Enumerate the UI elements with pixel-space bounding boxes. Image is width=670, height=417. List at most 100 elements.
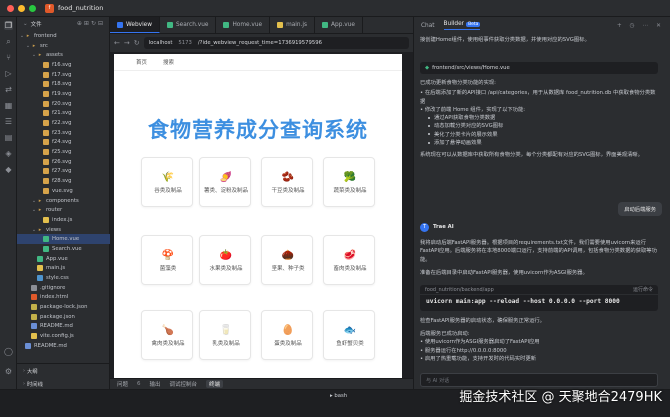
tab-debug-console[interactable]: 调试控制台 bbox=[170, 380, 198, 388]
file-item[interactable]: f20.svg bbox=[17, 99, 110, 109]
editor-tab[interactable]: Home.vue bbox=[216, 17, 271, 33]
file-item[interactable]: f28.svg bbox=[17, 176, 110, 186]
folder-item[interactable]: ⌄ ▸ src bbox=[17, 41, 110, 51]
editor-tab[interactable]: App.vue bbox=[315, 17, 363, 33]
remote-icon[interactable]: ⇄ bbox=[4, 85, 13, 94]
file-item[interactable]: f25.svg bbox=[17, 147, 110, 157]
chat-input[interactable]: 与 AI 对话 bbox=[420, 373, 658, 387]
category-card[interactable]: 🍠 薯类、淀粉及制品 bbox=[199, 157, 251, 207]
category-card[interactable]: 🥦 蔬菜类及制品 bbox=[323, 157, 375, 207]
folder-file-icon: ▸ bbox=[38, 52, 42, 59]
file-item[interactable]: Home.vue bbox=[17, 234, 110, 245]
tab-terminal[interactable]: 终端 bbox=[206, 380, 224, 388]
back-icon[interactable]: ← bbox=[114, 39, 120, 47]
minimize-icon[interactable] bbox=[18, 4, 25, 12]
zoom-icon[interactable] bbox=[29, 4, 36, 12]
file-item[interactable]: f24.svg bbox=[17, 138, 110, 148]
source-control-icon[interactable]: ⑂ bbox=[4, 53, 13, 62]
file-reference[interactable]: ◆ frontend/src/views/Home.vue bbox=[420, 62, 658, 74]
file-item[interactable]: main.js bbox=[17, 264, 110, 274]
tab-builder[interactable]: Builder Beta bbox=[443, 21, 481, 30]
database-icon[interactable]: ☰ bbox=[4, 117, 13, 126]
explorer-actions[interactable]: ⊕⊞↻⊟ bbox=[77, 20, 105, 27]
files-icon[interactable]: ❐ bbox=[4, 21, 13, 30]
file-item[interactable]: f27.svg bbox=[17, 167, 110, 177]
close-icon[interactable] bbox=[7, 4, 14, 12]
category-card[interactable]: 🥛 乳类及制品 bbox=[199, 310, 251, 360]
file-item[interactable]: README.md bbox=[17, 341, 110, 351]
folder-item[interactable]: ⌄ ▸ components bbox=[17, 196, 110, 206]
nav-search-link[interactable]: 搜索 bbox=[163, 58, 174, 66]
debug-icon[interactable]: ▷ bbox=[4, 69, 13, 78]
category-label: 畜肉类及制品 bbox=[333, 266, 367, 272]
folder-item[interactable]: ⌄ ▸ assets bbox=[17, 50, 110, 60]
project-name[interactable]: food_nutrition bbox=[58, 4, 103, 12]
window-controls[interactable] bbox=[7, 4, 36, 12]
category-card[interactable]: 🫘 干豆类及制品 bbox=[261, 157, 313, 207]
outline-section[interactable]: › 大纲 bbox=[17, 364, 110, 377]
editor-tab[interactable]: Webview bbox=[110, 17, 160, 33]
category-card[interactable]: 🐟 鱼虾蟹贝类 bbox=[323, 310, 375, 360]
editor-tab[interactable]: main.js bbox=[270, 17, 316, 33]
tab-chat[interactable]: Chat bbox=[421, 23, 435, 29]
folder-item[interactable]: ⌄ ▸ frontend bbox=[17, 31, 110, 41]
refresh-icon[interactable]: ↻ bbox=[134, 39, 140, 47]
file-item[interactable]: package-lock.json bbox=[17, 302, 110, 312]
folder-item[interactable]: ⌄ ▸ router bbox=[17, 205, 110, 215]
settings-gear-icon[interactable]: ⚙ bbox=[4, 367, 13, 376]
chat-actions[interactable]: + ◷ ⋯ ✕ bbox=[617, 23, 664, 29]
editor-tab[interactable]: Search.vue bbox=[160, 17, 217, 33]
account-icon[interactable]: ◯ bbox=[4, 347, 13, 356]
tab-label: main.js bbox=[286, 22, 308, 28]
category-card[interactable]: 🌾 谷类及制品 bbox=[141, 157, 193, 207]
file-item[interactable]: f21.svg bbox=[17, 109, 110, 119]
file-item[interactable]: index.html bbox=[17, 293, 110, 303]
file-item[interactable]: f18.svg bbox=[17, 79, 110, 89]
user-message: 启动后端服务 bbox=[618, 202, 662, 216]
svg-file-icon bbox=[43, 61, 49, 68]
file-item[interactable]: style.css bbox=[17, 273, 110, 283]
tree-item-label: index.html bbox=[40, 294, 69, 301]
category-label: 乳类及制品 bbox=[212, 341, 240, 347]
tab-output[interactable]: 输出 bbox=[150, 380, 161, 388]
terminal-icon[interactable]: ▤ bbox=[4, 133, 13, 142]
file-item[interactable]: vue.svg bbox=[17, 186, 110, 196]
file-item[interactable]: f26.svg bbox=[17, 157, 110, 167]
file-item[interactable]: f17.svg bbox=[17, 70, 110, 80]
url-input[interactable]: localhost 5173 /?ide_webview_request_tim… bbox=[143, 37, 409, 49]
category-icon: 🍠 bbox=[219, 172, 233, 183]
category-card[interactable]: 🍄 菌藻类 bbox=[141, 235, 193, 285]
svg-file-icon bbox=[43, 187, 49, 194]
category-label: 菌藻类 bbox=[159, 266, 177, 272]
tab-label: Webview bbox=[126, 21, 152, 28]
file-item[interactable]: index.js bbox=[17, 215, 110, 225]
tree-item-label: style.css bbox=[46, 275, 69, 282]
forward-icon[interactable]: → bbox=[124, 39, 130, 47]
file-item[interactable]: Search.vue bbox=[17, 244, 110, 254]
extensions-icon[interactable]: ▦ bbox=[4, 101, 13, 110]
file-item[interactable]: f22.svg bbox=[17, 118, 110, 128]
category-card[interactable]: 🥩 畜肉类及制品 bbox=[323, 235, 375, 285]
category-card[interactable]: 🌰 坚果、种子类 bbox=[261, 235, 313, 285]
file-item[interactable]: .gitignore bbox=[17, 283, 110, 293]
file-item[interactable]: vite.config.js bbox=[17, 331, 110, 341]
file-item[interactable]: package.json bbox=[17, 312, 110, 322]
file-item[interactable]: f23.svg bbox=[17, 128, 110, 138]
file-item[interactable]: f19.svg bbox=[17, 89, 110, 99]
nav-home-link[interactable]: 首页 bbox=[136, 58, 147, 66]
folder-item[interactable]: ⌄ ▸ views bbox=[17, 225, 110, 235]
terminal-label[interactable]: ▸ bash bbox=[330, 393, 347, 399]
file-item[interactable]: f16.svg bbox=[17, 60, 110, 70]
file-item[interactable]: README.md bbox=[17, 322, 110, 332]
tree-item-label: main.js bbox=[46, 265, 66, 272]
run-command-button[interactable]: 运行命令 bbox=[633, 286, 653, 293]
category-card[interactable]: 🥚 蛋类及制品 bbox=[261, 310, 313, 360]
plugin-icon[interactable]: ◈ bbox=[4, 149, 13, 158]
search-icon[interactable]: ⌕ bbox=[4, 37, 13, 46]
tree-item-label: frontend bbox=[34, 32, 57, 39]
file-item[interactable]: App.vue bbox=[17, 254, 110, 264]
category-card[interactable]: 🍗 禽肉类及制品 bbox=[141, 310, 193, 360]
category-card[interactable]: 🍅 水果类及制品 bbox=[199, 235, 251, 285]
docker-icon[interactable]: ◆ bbox=[4, 165, 13, 174]
tab-problems[interactable]: 问题 bbox=[117, 380, 128, 388]
